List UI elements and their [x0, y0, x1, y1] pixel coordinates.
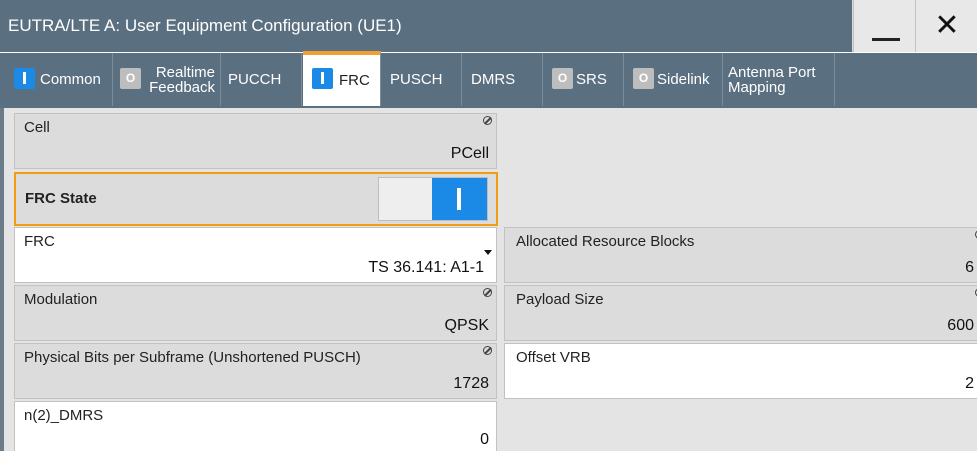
minimize-icon: [872, 38, 900, 41]
cell-field: Cell PCell: [14, 113, 497, 169]
field-value: 2: [965, 375, 974, 392]
allocated-resource-blocks-field: Allocated Resource Blocks 6: [504, 227, 977, 283]
payload-size-field: Payload Size 600: [504, 285, 977, 341]
field-label: FRC State: [25, 190, 97, 207]
frc-state-toggle[interactable]: [378, 177, 488, 221]
toggle-on-icon: [432, 178, 487, 220]
tab-label: DMRS: [471, 71, 516, 88]
field-label: Cell: [24, 119, 50, 136]
tab-srs[interactable]: O SRS: [544, 53, 624, 106]
window-title: EUTRA/LTE A: User Equipment Configuratio…: [0, 0, 852, 52]
tab-pucch[interactable]: PUCCH: [222, 53, 302, 106]
tab-label-line2: Mapping: [728, 78, 786, 96]
field-value: 1728: [453, 375, 489, 392]
state-on-icon: [14, 68, 35, 89]
close-icon: ✕: [934, 9, 960, 42]
field-label: Modulation: [24, 291, 98, 308]
state-off-icon: O: [552, 68, 573, 89]
tab-common[interactable]: Common: [10, 53, 113, 106]
tab-realtime-feedback[interactable]: O Realtime Feedback: [114, 53, 221, 106]
tab-antenna-port-mapping[interactable]: Antenna Port Mapping: [724, 53, 835, 106]
tab-sidelink[interactable]: O Sidelink: [625, 53, 723, 106]
tab-label-line2: Feedback: [149, 78, 215, 96]
read-only-icon: [483, 116, 492, 125]
tab-label: PUSCH: [390, 71, 443, 88]
state-on-icon: [312, 68, 333, 89]
field-value: PCell: [450, 145, 489, 162]
read-only-icon: [483, 288, 492, 297]
tab-label: SRS: [576, 71, 607, 88]
modulation-field: Modulation QPSK: [14, 285, 497, 341]
field-value: QPSK: [444, 317, 489, 334]
tab-label: Common: [40, 71, 101, 88]
minimize-button[interactable]: [853, 0, 915, 52]
field-label: Payload Size: [516, 291, 604, 308]
tab-label: FRC: [339, 72, 370, 89]
field-value: 6: [965, 259, 974, 276]
frc-select[interactable]: FRC TS 36.141: A1-1: [14, 227, 497, 283]
tab-label: Sidelink: [657, 71, 710, 88]
frc-state-field: FRC State: [14, 172, 498, 226]
tab-pusch[interactable]: PUSCH: [382, 53, 462, 106]
tab-label-line1: Realtime: [155, 63, 215, 81]
field-value: TS 36.141: A1-1: [368, 259, 484, 276]
physical-bits-field: Physical Bits per Subframe (Unshortened …: [14, 343, 497, 399]
field-label: n(2)_DMRS: [24, 407, 104, 424]
state-off-icon: O: [120, 68, 141, 89]
close-button[interactable]: ✕: [915, 0, 977, 52]
n2-dmrs-input[interactable]: n(2)_DMRS 0: [14, 401, 497, 451]
content-area: Cell PCell FRC State FRC TS 36.141: A1-1…: [0, 108, 977, 451]
field-label: Physical Bits per Subframe (Unshortened …: [24, 349, 361, 366]
offset-vrb-input[interactable]: Offset VRB 2: [504, 343, 977, 399]
field-label: Offset VRB: [516, 349, 591, 366]
field-label: FRC: [24, 233, 55, 250]
field-value: 600: [947, 317, 974, 334]
field-value: 0: [480, 431, 489, 448]
field-label: Allocated Resource Blocks: [516, 233, 695, 250]
dropdown-arrow-icon: [484, 250, 492, 255]
read-only-icon: [483, 346, 492, 355]
tab-label-line1: Antenna Port: [728, 63, 816, 81]
tab-dmrs[interactable]: DMRS: [463, 53, 543, 106]
state-off-icon: O: [633, 68, 654, 89]
title-bar: EUTRA/LTE A: User Equipment Configuratio…: [0, 0, 977, 52]
tab-bar: Common O Realtime Feedback PUCCH FRC PUS…: [0, 51, 977, 108]
tab-label: PUCCH: [228, 71, 282, 88]
tab-frc[interactable]: FRC: [303, 51, 381, 106]
